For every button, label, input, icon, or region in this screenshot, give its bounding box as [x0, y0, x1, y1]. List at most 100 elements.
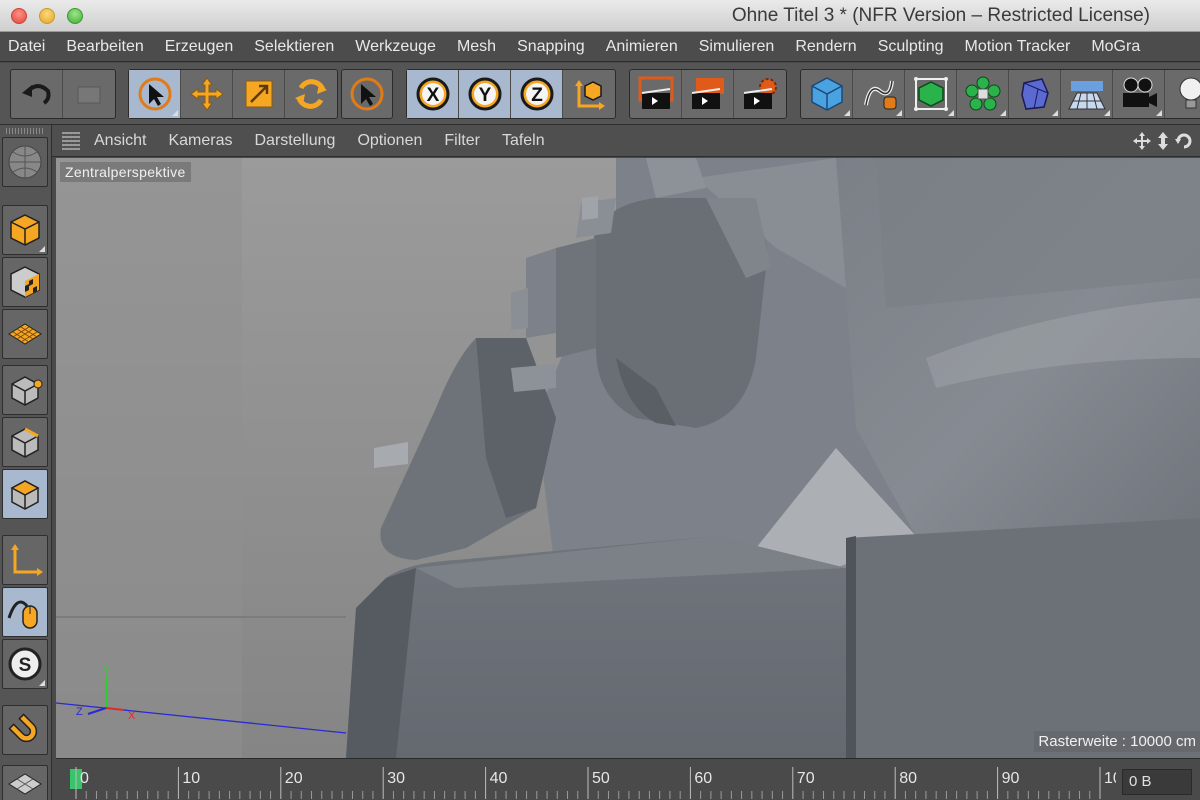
menu-simulieren[interactable]: Simulieren: [699, 38, 775, 56]
minimize-window-button[interactable]: [39, 8, 55, 24]
timeline-tick-label: 20: [285, 770, 303, 787]
grid-spacing-readout: Rasterweite : 10000 cm: [1034, 731, 1200, 752]
svg-text:S: S: [19, 655, 32, 676]
redo-button[interactable]: [63, 70, 115, 118]
zoom-icon[interactable]: [1156, 131, 1170, 151]
menu-datei[interactable]: Datei: [8, 38, 45, 56]
live-select-button[interactable]: [342, 70, 392, 118]
render-view-button[interactable]: [630, 70, 682, 118]
main-menu-bar: Datei Bearbeiten Erzeugen Selektieren We…: [0, 32, 1200, 62]
rotate-tool-button[interactable]: [285, 70, 337, 118]
zoom-window-button[interactable]: [67, 8, 83, 24]
menu-erzeugen[interactable]: Erzeugen: [165, 38, 234, 56]
redo-icon: [77, 86, 101, 104]
timeline-tick-label: 0: [80, 770, 89, 787]
live-select-group: [341, 69, 393, 119]
cube-button[interactable]: [801, 70, 853, 118]
menu-werkzeuge[interactable]: Werkzeuge: [355, 38, 436, 56]
snap-magnet-button[interactable]: [2, 705, 48, 755]
menu-snapping[interactable]: Snapping: [517, 38, 585, 56]
model-mode-button[interactable]: [2, 205, 48, 255]
y-axis-lock-button[interactable]: Y: [459, 70, 511, 118]
render-settings-button[interactable]: [734, 70, 786, 118]
points-mode-icon: [11, 376, 43, 406]
scale-tool-button[interactable]: [233, 70, 285, 118]
viewport-menu-tafeln[interactable]: Tafeln: [502, 132, 545, 150]
grid-button[interactable]: [2, 765, 48, 800]
timeline-tick-label: 30: [387, 770, 405, 787]
3d-viewport[interactable]: Y X Z Zentralperspektive Rasterweite : 1…: [56, 158, 1200, 758]
polygons-mode-button[interactable]: [2, 469, 48, 519]
axis-group: X Y Z: [406, 69, 616, 119]
axis-mode-button[interactable]: [2, 535, 48, 585]
deformer-icon: [1020, 78, 1049, 110]
camera-projection-label[interactable]: Zentralperspektive: [60, 162, 191, 182]
floor-button[interactable]: [1061, 70, 1113, 118]
light-button[interactable]: [1165, 70, 1200, 118]
subdivision-icon: [913, 77, 948, 111]
points-mode-button[interactable]: [2, 365, 48, 415]
menu-animieren[interactable]: Animieren: [606, 38, 678, 56]
menu-bearbeiten[interactable]: Bearbeiten: [66, 38, 143, 56]
camera-button[interactable]: [1113, 70, 1165, 118]
solo-button[interactable]: S: [2, 639, 48, 689]
menu-mograph[interactable]: MoGra: [1091, 38, 1140, 56]
spline-pen-button[interactable]: [853, 70, 905, 118]
subdivision-surface-button[interactable]: [905, 70, 957, 118]
texture-mode-button[interactable]: [2, 257, 48, 307]
pan-icon[interactable]: [1132, 131, 1152, 151]
menu-mesh[interactable]: Mesh: [457, 38, 496, 56]
viewport-menu-ansicht[interactable]: Ansicht: [94, 132, 146, 150]
timeline-ruler[interactable]: 0 10 20 30 40 50 60 70 80 90 100 0 B: [56, 758, 1200, 800]
cube-icon: [810, 77, 843, 111]
svg-text:X: X: [426, 85, 439, 106]
axis-mode-icon: [11, 544, 43, 576]
axis-label-z: Z: [76, 706, 83, 718]
menu-rendern[interactable]: Rendern: [795, 38, 856, 56]
viewport-menu-darstellung[interactable]: Darstellung: [255, 132, 336, 150]
cloner-icon: [965, 76, 1000, 111]
edges-mode-button[interactable]: [2, 417, 48, 467]
main-toolbar: X Y Z: [0, 63, 1200, 125]
coordinate-system-icon: [575, 80, 605, 110]
menu-selektieren[interactable]: Selektieren: [254, 38, 334, 56]
select-arrow-icon: [138, 77, 171, 111]
timeline-tick-label: 70: [797, 770, 815, 787]
axis-label-y: Y: [102, 665, 110, 677]
cloner-button[interactable]: [957, 70, 1009, 118]
render-picture-viewer-button[interactable]: [682, 70, 734, 118]
timeline-tick-label: 40: [490, 770, 508, 787]
timeline-scale: 0 10 20 30 40 50 60 70 80 90 100: [70, 767, 1116, 799]
toolbar-grip[interactable]: [6, 128, 44, 134]
deformer-button[interactable]: [1009, 70, 1061, 118]
menu-sculpting[interactable]: Sculpting: [878, 38, 944, 56]
title-bar: Ohne Titel 3 * (NFR Version – Restricted…: [0, 0, 1200, 32]
x-axis-lock-button[interactable]: X: [407, 70, 459, 118]
orbit-icon[interactable]: [1174, 131, 1194, 151]
scale-icon: [245, 80, 272, 108]
history-group: [10, 69, 116, 119]
viewport-grip-icon[interactable]: [62, 131, 80, 150]
timeline-tick-label: 10: [182, 770, 200, 787]
y-axis-icon: Y: [468, 77, 501, 111]
timeline-tick-label: 60: [694, 770, 712, 787]
coordinate-system-button[interactable]: [563, 70, 615, 118]
menu-motion-tracker[interactable]: Motion Tracker: [965, 38, 1071, 56]
close-window-button[interactable]: [11, 8, 27, 24]
move-tool-button[interactable]: [181, 70, 233, 118]
timeline-tick-label: 50: [592, 770, 610, 787]
z-axis-lock-button[interactable]: Z: [511, 70, 563, 118]
undo-button[interactable]: [11, 70, 63, 118]
polygons-mode-icon: [10, 480, 40, 510]
create-group: [800, 69, 1200, 119]
timeline-tick-label: 90: [1002, 770, 1020, 787]
viewport-menu-kameras[interactable]: Kameras: [168, 132, 232, 150]
tweak-mode-button[interactable]: [2, 587, 48, 637]
workplane-mode-button[interactable]: [2, 309, 48, 359]
make-editable-button[interactable]: [2, 137, 48, 187]
make-editable-icon: [8, 145, 42, 179]
current-frame-field[interactable]: 0 B: [1122, 769, 1192, 795]
select-tool-button[interactable]: [129, 70, 181, 118]
viewport-menu-optionen[interactable]: Optionen: [357, 132, 422, 150]
viewport-menu-filter[interactable]: Filter: [444, 132, 480, 150]
